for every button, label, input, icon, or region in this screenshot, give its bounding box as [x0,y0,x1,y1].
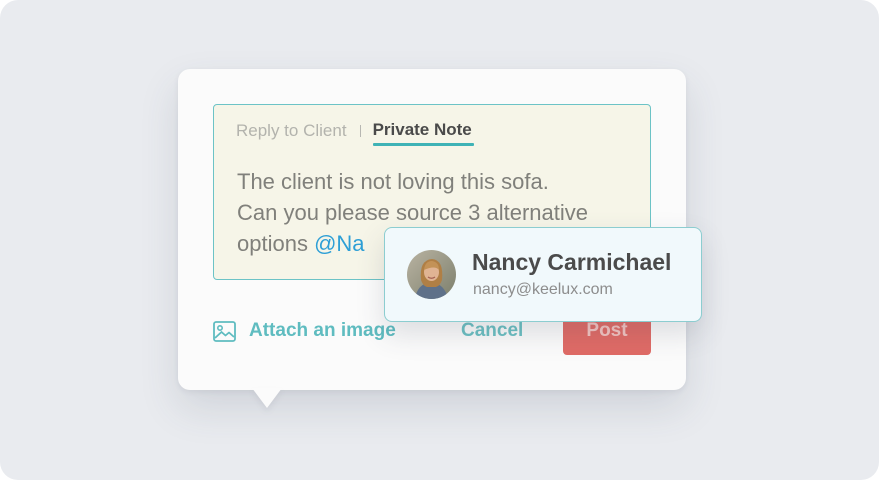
message-line-2: Can you please source 3 alternative [237,200,588,225]
card-pointer [252,388,282,408]
tab-reply-to-client[interactable]: Reply to Client [236,121,347,141]
suggestion-name: Nancy Carmichael [472,249,672,275]
canvas-background: Reply to Client Private Note The client … [0,0,879,480]
attach-image-label: Attach an image [249,320,396,341]
message-line-3-text: options [237,231,315,256]
message-line-1: The client is not loving this sofa. [237,169,549,194]
mention-text: @Na [314,231,365,256]
suggestion-email: nancy@keelux.com [473,281,613,298]
tab-separator [359,125,361,137]
editor-tabs: Reply to Client Private Note [236,119,474,146]
attach-image-button[interactable]: Attach an image [213,318,396,344]
image-icon [213,320,236,342]
avatar [407,250,456,299]
tab-private-note[interactable]: Private Note [372,120,474,146]
